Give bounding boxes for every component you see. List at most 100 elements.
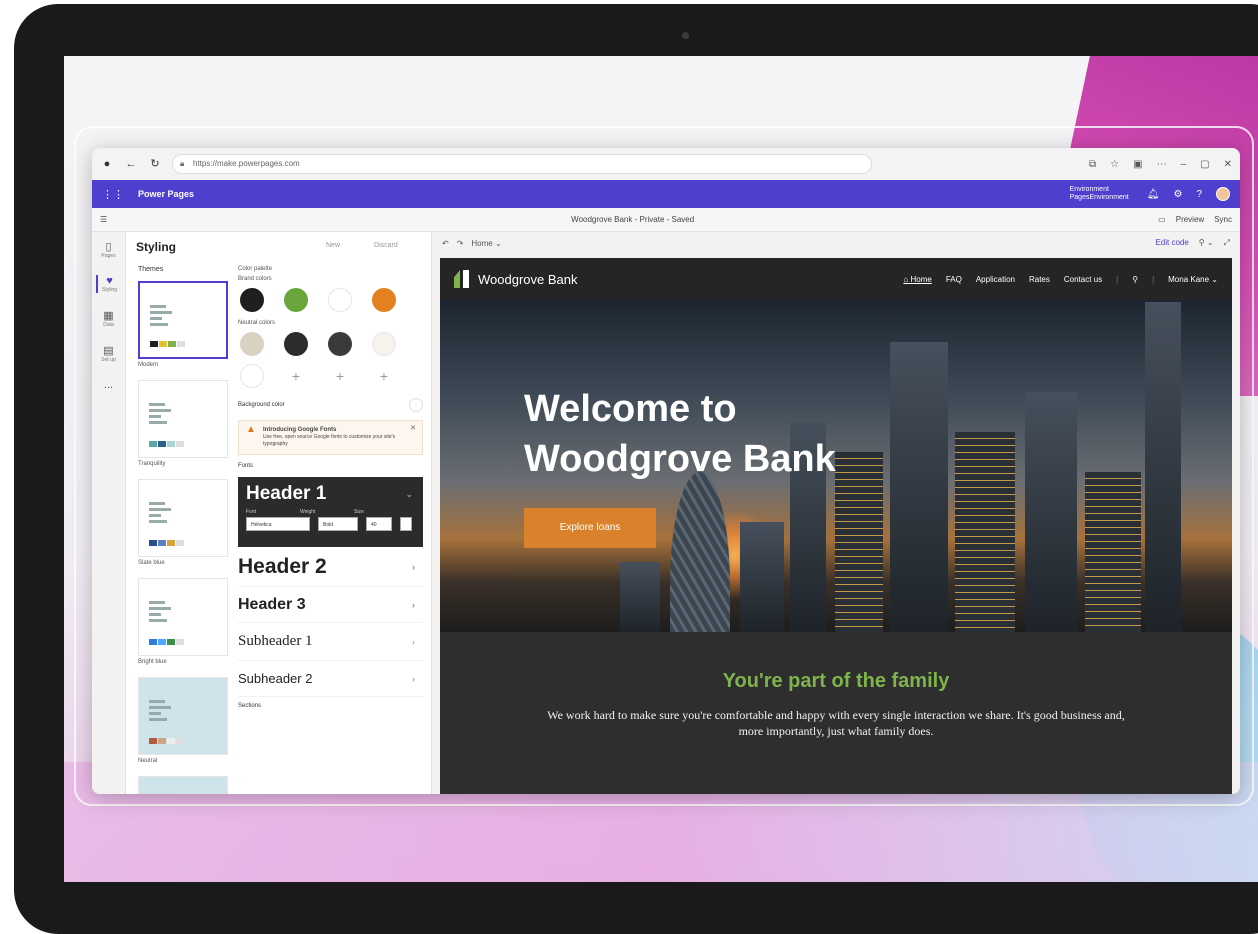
nav-link-rates[interactable]: Rates bbox=[1029, 275, 1050, 284]
help-icon[interactable]: ? bbox=[1196, 189, 1202, 200]
home-zoom-button[interactable]: Home ⌄ bbox=[471, 239, 501, 248]
weight-select[interactable]: Bold bbox=[318, 517, 358, 531]
rail-item-styling[interactable]: ♥ Styling bbox=[95, 275, 122, 293]
avatar[interactable] bbox=[1216, 187, 1230, 201]
theme-card[interactable] bbox=[138, 578, 228, 656]
sync-button[interactable]: Sync bbox=[1214, 215, 1232, 224]
rail-item-more[interactable]: ... bbox=[96, 379, 122, 391]
rail-label: Data bbox=[103, 322, 114, 328]
site-logo[interactable]: Woodgrove Bank bbox=[454, 270, 578, 288]
subheader1-row[interactable]: Subheader 1 › bbox=[238, 623, 423, 661]
new-button[interactable]: New bbox=[326, 242, 340, 249]
theme-card[interactable] bbox=[138, 380, 228, 458]
expand-icon[interactable]: ⤢ bbox=[1224, 238, 1230, 248]
explore-loans-button[interactable]: Explore loans bbox=[524, 508, 656, 548]
styling-icon: ♥ bbox=[106, 275, 113, 287]
close-icon[interactable]: ✕ bbox=[1224, 159, 1232, 170]
theme-card[interactable] bbox=[138, 776, 228, 794]
refresh-icon[interactable]: ↻ bbox=[148, 157, 162, 171]
theme-name: Tranquility bbox=[138, 461, 166, 467]
size-select[interactable]: 40 bbox=[366, 517, 392, 531]
nav-link-faq[interactable]: FAQ bbox=[946, 275, 962, 284]
add-color-icon[interactable]: + bbox=[284, 364, 308, 388]
browser-window: ● ← ↻ 🔒︎ https://make.powerpages.com ⧉ ☆… bbox=[92, 148, 1240, 794]
add-color-icon[interactable]: + bbox=[328, 364, 352, 388]
collections-icon[interactable]: ▣ bbox=[1133, 159, 1142, 170]
theme-swatch bbox=[158, 540, 166, 546]
font-select[interactable]: Helvetica bbox=[246, 517, 310, 531]
color-swatch[interactable] bbox=[328, 332, 352, 356]
extensions-icon[interactable]: ⧉ bbox=[1089, 159, 1096, 170]
theme-card[interactable] bbox=[138, 281, 228, 359]
theme-preview-line bbox=[150, 305, 166, 308]
app-name[interactable]: Power Pages bbox=[138, 189, 194, 199]
maximize-icon[interactable]: ▢ bbox=[1200, 159, 1209, 170]
header1-font-card[interactable]: Header 1 ⌄ Font Weight Size Helvetica Bo… bbox=[238, 477, 423, 547]
notifications-icon[interactable]: 🔔︎ bbox=[1147, 189, 1160, 200]
theme-swatch bbox=[177, 341, 185, 347]
site-name[interactable]: Woodgrove Bank - Private - Saved bbox=[571, 215, 694, 224]
nav-divider: | bbox=[1152, 274, 1155, 284]
app-header: ⋮⋮ Power Pages Environment PagesEnvironm… bbox=[92, 180, 1240, 208]
styling-panel: Styling New Discard Themes Modern Tranqui… bbox=[126, 232, 432, 794]
minimize-icon[interactable]: – bbox=[1181, 159, 1187, 170]
address-bar[interactable]: 🔒︎ https://make.powerpages.com bbox=[172, 154, 872, 174]
color-swatch[interactable] bbox=[240, 364, 264, 388]
theme-preview-line bbox=[149, 421, 167, 424]
nav-link-home[interactable]: ⌂ Home bbox=[903, 275, 931, 284]
rail-item-data[interactable]: ▦ Data bbox=[96, 309, 122, 328]
favorites-icon[interactable]: ☆ bbox=[1110, 159, 1119, 170]
environment-picker[interactable]: Environment PagesEnvironment bbox=[1070, 186, 1129, 202]
user-menu[interactable]: Mona Kane ⌄ bbox=[1168, 275, 1218, 284]
theme-swatch bbox=[158, 738, 166, 744]
color-swatch[interactable] bbox=[240, 332, 264, 356]
edit-code-button[interactable]: Edit code bbox=[1155, 238, 1188, 248]
profile-icon[interactable]: ● bbox=[100, 157, 114, 171]
header3-label: Header 3 bbox=[238, 595, 306, 613]
rail-item-setup[interactable]: ▤ Set up bbox=[96, 344, 122, 363]
nav-link-contact[interactable]: Contact us bbox=[1064, 275, 1102, 284]
undo-icon[interactable]: ↶ bbox=[442, 239, 449, 248]
search-icon[interactable]: ⚲ bbox=[1132, 275, 1138, 284]
color-swatch[interactable] bbox=[372, 332, 396, 356]
zoom-icon[interactable]: ⚲ ⌄ bbox=[1199, 238, 1214, 248]
custom-color-swatches: + + + bbox=[240, 364, 423, 388]
chevron-down-icon[interactable]: ⌄ bbox=[405, 489, 413, 500]
preview-button[interactable]: Preview bbox=[1176, 215, 1204, 224]
redo-icon[interactable]: ↷ bbox=[457, 239, 464, 248]
theme-swatch bbox=[168, 341, 176, 347]
back-icon[interactable]: ← bbox=[124, 157, 138, 171]
theme-card[interactable] bbox=[138, 479, 228, 557]
color-swatch[interactable] bbox=[284, 332, 308, 356]
color-swatch[interactable] bbox=[328, 288, 352, 312]
hero-title-line: Welcome to bbox=[524, 388, 737, 430]
device-icon[interactable]: ▭ bbox=[1158, 215, 1166, 224]
background-color-swatch[interactable] bbox=[409, 398, 423, 412]
theme-swatch bbox=[149, 639, 157, 645]
fonts-label: Fonts bbox=[238, 463, 254, 469]
background-color-row[interactable]: Background color bbox=[238, 398, 423, 412]
close-icon[interactable]: ✕ bbox=[410, 425, 416, 432]
theme-swatch bbox=[167, 540, 175, 546]
color-swatch[interactable] bbox=[284, 288, 308, 312]
menu-icon[interactable]: ☰ bbox=[100, 215, 107, 224]
header2-row[interactable]: Header 2 › bbox=[238, 547, 423, 587]
settings-icon[interactable]: ⚙ bbox=[1173, 189, 1182, 200]
color-swatch[interactable] bbox=[240, 288, 264, 312]
color-swatch[interactable] bbox=[372, 288, 396, 312]
nav-link-application[interactable]: Application bbox=[976, 275, 1015, 284]
user-name: Mona Kane bbox=[1168, 274, 1210, 284]
rail-item-pages[interactable]: ▯ Pages bbox=[96, 240, 122, 259]
font-label: Font bbox=[246, 509, 257, 515]
header3-row[interactable]: Header 3 › bbox=[238, 587, 423, 623]
add-color-icon[interactable]: + bbox=[372, 364, 396, 388]
font-color-swatch[interactable] bbox=[400, 517, 412, 531]
theme-swatch bbox=[176, 540, 184, 546]
discard-button[interactable]: Discard bbox=[374, 242, 398, 249]
family-body: We work hard to make sure you're comfort… bbox=[547, 708, 1125, 738]
pages-icon: ▯ bbox=[105, 241, 112, 253]
theme-card[interactable] bbox=[138, 677, 228, 755]
waffle-icon[interactable]: ⋮⋮ bbox=[102, 188, 124, 201]
more-icon[interactable]: ⋯ bbox=[1157, 159, 1167, 170]
subheader2-row[interactable]: Subheader 2 › bbox=[238, 661, 423, 697]
